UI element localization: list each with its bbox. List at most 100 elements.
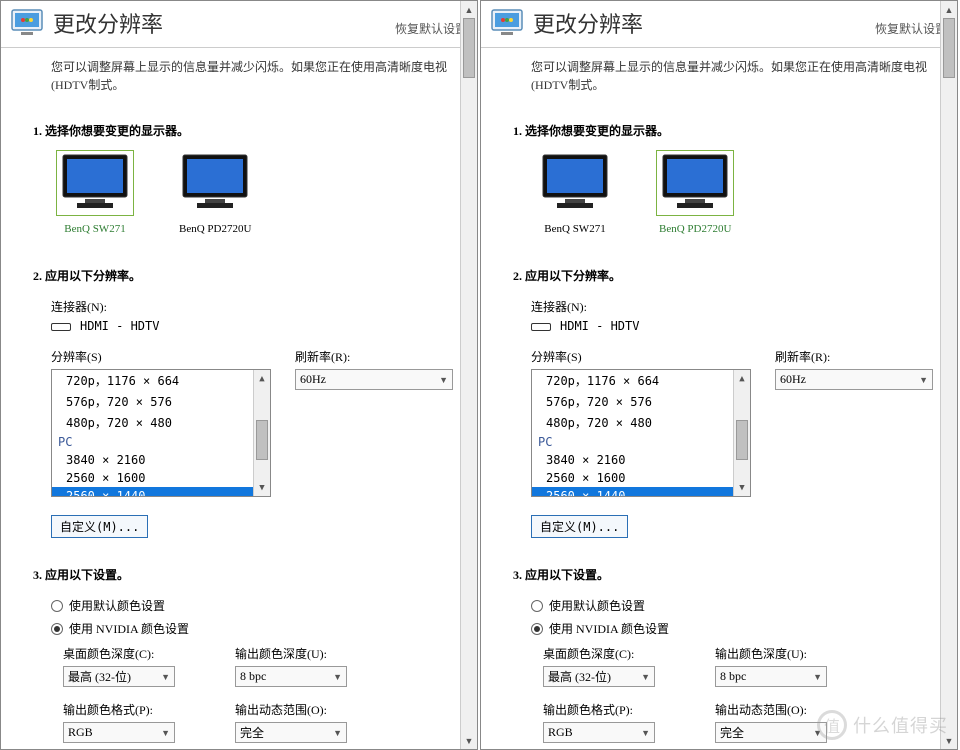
chevron-down-icon[interactable]: ▼ [734,479,750,496]
chevron-down-icon: ▼ [641,728,650,738]
section3-title: 3. 应用以下设置。 [513,566,939,583]
connector-row: HDMI - HDTV [531,319,939,334]
section3-title: 3. 应用以下设置。 [33,566,459,583]
chevron-up-icon[interactable]: ▲ [734,370,750,387]
header: 更改分辨率 恢复默认设置 [1,1,477,48]
output-depth-select[interactable]: 8 bpc ▼ [235,666,347,687]
list-item[interactable]: 720p，1176 × 664 [52,370,253,391]
list-item[interactable]: 480p，720 × 480 [52,412,253,433]
header: 更改分辨率 恢复默认设置 [481,1,957,48]
connector-label: 连接器(N): [51,298,459,315]
list-item-selected[interactable]: 2560 × 1440 [52,487,253,497]
radio-label: 使用默认颜色设置 [69,597,165,614]
radio-nvidia-color[interactable]: 使用 NVIDIA 颜色设置 [51,620,459,637]
list-item[interactable]: 3840 × 2160 [52,451,253,469]
chevron-down-icon[interactable]: ▼ [254,479,270,496]
output-depth-value: 8 bpc [240,669,266,684]
section1-title: 1. 选择你想要变更的显示器。 [33,122,459,139]
hdmi-icon [531,323,551,331]
output-format-select[interactable]: RGB ▼ [543,722,655,743]
restore-defaults-link[interactable]: 恢复默认设置 [395,20,467,37]
display-settings-icon [11,9,43,37]
chevron-down-icon: ▼ [641,672,650,682]
list-header-pc: PC [52,433,253,451]
desktop-depth-select[interactable]: 最高 (32-位) ▼ [543,666,655,687]
list-item-selected[interactable]: 2560 × 1440 [532,487,733,497]
scroll-thumb[interactable] [256,420,268,460]
hdmi-icon [51,323,71,331]
refresh-rate-select[interactable]: 60Hz ▼ [295,369,453,390]
list-item[interactable]: 2560 × 1600 [532,469,733,487]
monitor-icon [59,153,131,213]
listbox-scrollbar[interactable]: ▲ ▼ [733,370,750,496]
output-format-select[interactable]: RGB ▼ [63,722,175,743]
watermark-logo-icon: 值 [817,710,847,740]
output-depth-select[interactable]: 8 bpc ▼ [715,666,827,687]
chevron-down-icon: ▼ [439,375,448,385]
desktop-depth-label: 桌面颜色深度(C): [63,645,175,662]
radio-default-color[interactable]: 使用默认颜色设置 [531,597,939,614]
resolution-label: 分辨率(S) [531,348,751,365]
radio-icon [531,600,543,612]
list-item[interactable]: 576p，720 × 576 [52,391,253,412]
desktop-depth-label: 桌面颜色深度(C): [543,645,655,662]
list-item[interactable]: 576p，720 × 576 [532,391,733,412]
refresh-label: 刷新率(R): [775,348,933,365]
resolution-listbox[interactable]: 720p，1176 × 664 576p，720 × 576 480p，720 … [51,369,271,497]
content: 您可以调整屏幕上显示的信息量并减少闪烁。如果您正在使用高清晰度电视 (HDTV制… [1,48,477,743]
display-item-2[interactable]: BenQ PD2720U [179,153,251,235]
list-item[interactable]: 480p，720 × 480 [532,412,733,433]
chevron-down-icon: ▼ [813,672,822,682]
connector-value: HDMI - HDTV [560,319,639,333]
output-range-select[interactable]: 完全 ▼ [235,722,347,743]
chevron-down-icon: ▼ [333,672,342,682]
desktop-depth-select[interactable]: 最高 (32-位) ▼ [63,666,175,687]
display-item-1[interactable]: BenQ SW271 [59,153,131,235]
chevron-up-icon[interactable]: ▲ [461,1,477,18]
output-format-label: 输出颜色格式(P): [63,701,175,718]
scroll-thumb[interactable] [943,18,955,78]
output-range-select[interactable]: 完全 ▼ [715,722,827,743]
list-item[interactable]: 720p，1176 × 664 [532,370,733,391]
page-title: 更改分辨率 [533,7,875,39]
radio-icon [51,600,63,612]
resolution-listbox[interactable]: 720p，1176 × 664 576p，720 × 576 480p，720 … [531,369,751,497]
custom-button[interactable]: 自定义(M)... [51,515,148,538]
display-item-1[interactable]: BenQ SW271 [539,153,611,235]
display-item-2[interactable]: BenQ PD2720U [659,153,731,235]
output-depth-value: 8 bpc [720,669,746,684]
list-item[interactable]: 3840 × 2160 [532,451,733,469]
scrollbar[interactable]: ▲ ▼ [460,1,477,749]
scroll-thumb[interactable] [736,420,748,460]
display-label: BenQ PD2720U [659,223,731,235]
scroll-thumb[interactable] [463,18,475,78]
monitor-icon [539,153,611,213]
radio-checked-icon [51,623,63,635]
custom-button[interactable]: 自定义(M)... [531,515,628,538]
listbox-scrollbar[interactable]: ▲ ▼ [253,370,270,496]
chevron-up-icon[interactable]: ▲ [254,370,270,387]
chevron-down-icon[interactable]: ▼ [461,732,477,749]
chevron-down-icon: ▼ [161,672,170,682]
output-depth-label: 输出颜色深度(U): [235,645,347,662]
content: 您可以调整屏幕上显示的信息量并减少闪烁。如果您正在使用高清晰度电视 (HDTV制… [481,48,957,743]
display-list: BenQ SW271 BenQ PD2720U [59,153,459,235]
radio-nvidia-color[interactable]: 使用 NVIDIA 颜色设置 [531,620,939,637]
refresh-label: 刷新率(R): [295,348,453,365]
output-format-label: 输出颜色格式(P): [543,701,655,718]
radio-default-color[interactable]: 使用默认颜色设置 [51,597,459,614]
scrollbar[interactable]: ▲ ▼ [940,1,957,749]
list-item[interactable]: 2560 × 1600 [52,469,253,487]
section1-title: 1. 选择你想要变更的显示器。 [513,122,939,139]
chevron-down-icon: ▼ [919,375,928,385]
chevron-up-icon[interactable]: ▲ [941,1,957,18]
radio-label: 使用默认颜色设置 [549,597,645,614]
chevron-down-icon: ▼ [333,728,342,738]
display-settings-icon [491,9,523,37]
refresh-rate-select[interactable]: 60Hz ▼ [775,369,933,390]
resolution-label: 分辨率(S) [51,348,271,365]
output-format-value: RGB [68,725,93,740]
connector-label: 连接器(N): [531,298,939,315]
restore-defaults-link[interactable]: 恢复默认设置 [875,20,947,37]
radio-label: 使用 NVIDIA 颜色设置 [549,620,669,637]
